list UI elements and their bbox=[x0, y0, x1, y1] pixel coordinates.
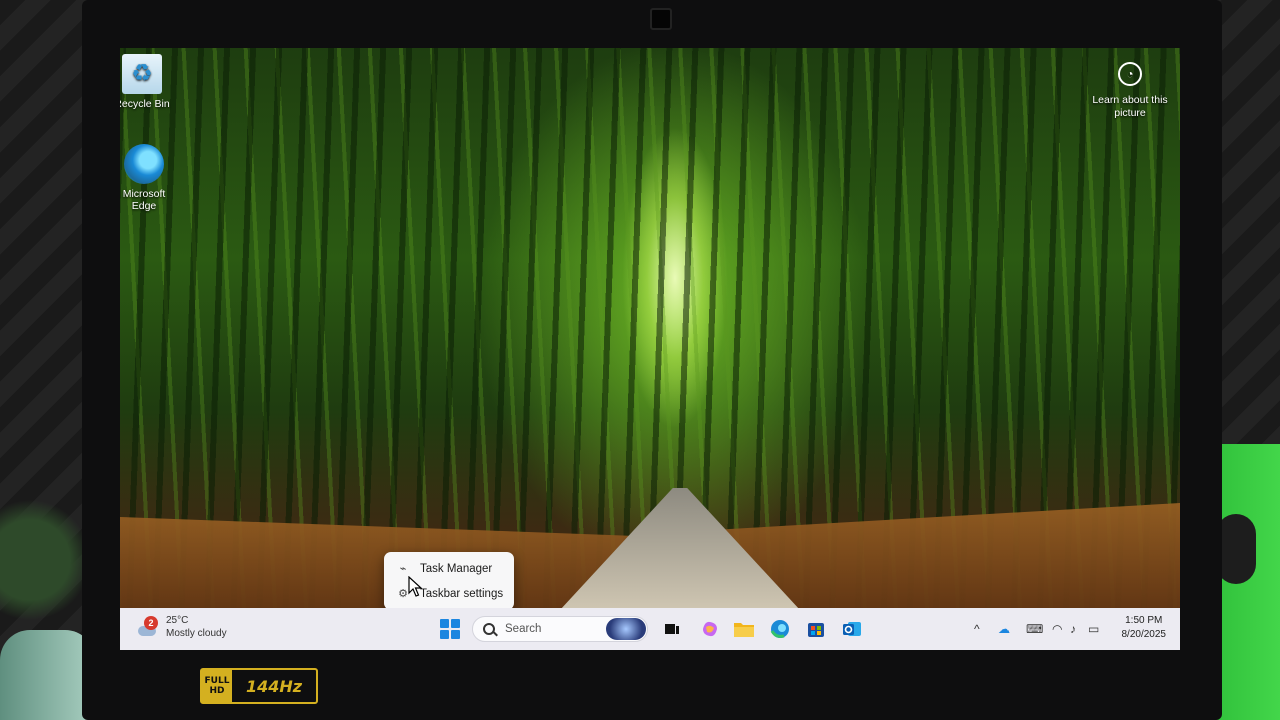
task-view-icon bbox=[665, 624, 679, 634]
task-view-button[interactable] bbox=[660, 617, 684, 641]
refresh-rate-label: 144Hz bbox=[245, 676, 303, 696]
menu-item-task-manager[interactable]: ⌁ Task Manager bbox=[384, 556, 514, 581]
copilot-icon bbox=[703, 621, 717, 637]
desktop-icon-label: Recycle Bin bbox=[120, 98, 170, 110]
file-explorer-icon bbox=[734, 623, 754, 637]
search-box[interactable]: Search bbox=[472, 616, 648, 642]
recycle-bin-icon: ♻ bbox=[122, 54, 162, 94]
weather-condition: Mostly cloudy bbox=[166, 628, 227, 639]
camera-icon: ◔ bbox=[1118, 62, 1142, 86]
weather-temperature: 25°C bbox=[166, 615, 189, 626]
start-button[interactable] bbox=[438, 617, 462, 641]
vase bbox=[0, 630, 95, 720]
edge-taskbar-button[interactable] bbox=[768, 617, 792, 641]
taskbar: 2 25°C Mostly cloudy Search ^ ☁ ⌨ ◠ ♪ ▭ … bbox=[120, 608, 1180, 650]
menu-item-taskbar-settings[interactable]: ⚙ Taskbar settings bbox=[384, 581, 514, 606]
notification-badge: 2 bbox=[144, 616, 158, 630]
desktop-icon-label: Microsoft Edge bbox=[122, 188, 166, 212]
microsoft-store-button[interactable] bbox=[804, 617, 828, 641]
search-highlight-icon bbox=[606, 618, 646, 640]
search-icon bbox=[483, 623, 495, 635]
keyboard-icon[interactable]: ⌨ bbox=[1026, 621, 1043, 637]
mouse-cursor-icon bbox=[408, 576, 422, 597]
edge-icon bbox=[124, 144, 164, 184]
file-explorer-button[interactable] bbox=[732, 617, 756, 641]
clock[interactable]: 1:50 PM 8/20/2025 bbox=[1122, 614, 1167, 642]
weather-icon: 2 bbox=[138, 614, 158, 636]
search-label: Search bbox=[505, 623, 542, 635]
wifi-icon[interactable]: ◠ bbox=[1052, 621, 1062, 637]
system-tray: ^ ☁ ⌨ ◠ ♪ ▭ 1:50 PM 8/20/2025 bbox=[960, 608, 1180, 650]
webcam bbox=[650, 8, 672, 30]
task-manager-icon: ⌁ bbox=[399, 563, 407, 575]
desktop-icon-recycle-bin[interactable]: ♻ Recycle Bin bbox=[120, 54, 170, 110]
outlook-icon bbox=[843, 622, 861, 636]
volume-icon[interactable]: ♪ bbox=[1070, 621, 1076, 637]
learn-about-picture[interactable]: ◔ Learn about this picture bbox=[1090, 62, 1170, 120]
microsoft-store-icon bbox=[808, 623, 824, 637]
copilot-button[interactable] bbox=[698, 617, 722, 641]
desktop-screen: ♻ Recycle Bin Microsoft Edge ◔ Learn abo… bbox=[120, 48, 1180, 650]
weather-widget[interactable]: 2 25°C Mostly cloudy bbox=[138, 614, 227, 640]
edge-icon bbox=[770, 620, 789, 638]
date-label: 8/20/2025 bbox=[1121, 629, 1167, 640]
time-label: 1:50 PM bbox=[1125, 615, 1163, 626]
chevron-up-icon[interactable]: ^ bbox=[974, 621, 980, 637]
windows-logo-icon bbox=[440, 619, 460, 639]
display-badge: FULL HD 144Hz bbox=[200, 668, 318, 704]
outlook-button[interactable] bbox=[840, 617, 864, 641]
battery-icon[interactable]: ▭ bbox=[1088, 621, 1099, 637]
desktop-icon-microsoft-edge[interactable]: Microsoft Edge bbox=[120, 144, 172, 212]
taskbar-context-menu: ⌁ Task Manager ⚙ Taskbar settings bbox=[384, 552, 514, 610]
onedrive-icon[interactable]: ☁ bbox=[998, 621, 1010, 637]
